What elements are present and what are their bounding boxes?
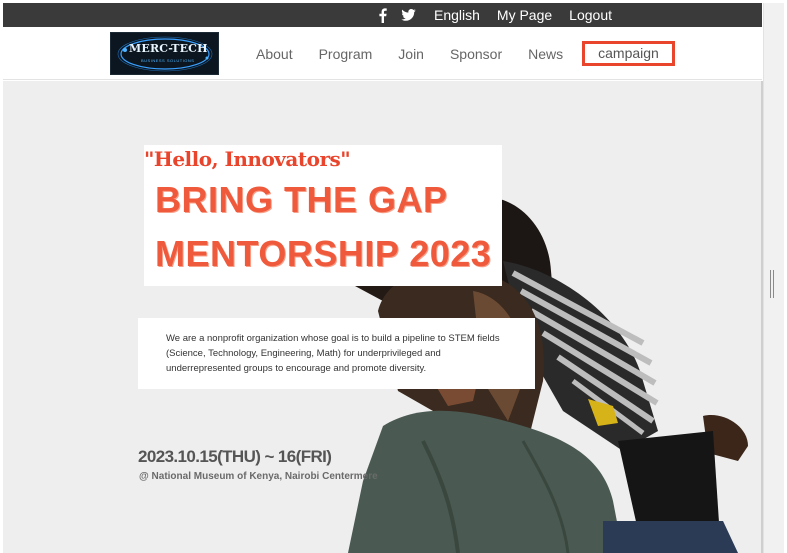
nav-item-news[interactable]: News: [528, 46, 563, 62]
nav-item-join[interactable]: Join: [398, 46, 424, 62]
scrollbar-grip[interactable]: [770, 270, 778, 298]
headline-box: "Hello, Innovators" BRING THE GAP MENTOR…: [144, 145, 502, 286]
nav-menu: About Program Join Sponsor News campaign: [256, 27, 675, 80]
logo-subtext: BUSINESS SOLUTIONS: [141, 58, 195, 63]
hero-banner: "Hello, Innovators" BRING THE GAP MENTOR…: [3, 81, 762, 553]
twitter-icon[interactable]: [401, 9, 416, 21]
nav-item-campaign[interactable]: campaign: [582, 41, 675, 66]
headline-line-2: MENTORSHIP 2023: [155, 233, 492, 274]
headline-line-1: BRING THE GAP: [155, 179, 448, 220]
event-venue: @ National Museum of Kenya, Nairobi Cent…: [139, 471, 378, 482]
greeting-text: "Hello, Innovators": [144, 147, 351, 171]
logout-link[interactable]: Logout: [569, 7, 612, 23]
description-box: We are a nonprofit organization whose go…: [138, 318, 535, 389]
nav-item-program[interactable]: Program: [319, 46, 373, 62]
top-utility-bar: English My Page Logout: [3, 3, 762, 27]
logo-text: MERC-TECH: [129, 42, 208, 55]
vertical-scrollbar[interactable]: [763, 3, 784, 553]
description-text: We are a nonprofit organization whose go…: [166, 333, 500, 374]
social-links: [378, 7, 416, 23]
facebook-icon[interactable]: [378, 7, 387, 23]
nav-item-about[interactable]: About: [256, 46, 293, 62]
language-link[interactable]: English: [434, 7, 480, 23]
my-page-link[interactable]: My Page: [497, 7, 552, 23]
nav-item-sponsor[interactable]: Sponsor: [450, 46, 502, 62]
main-navbar: MERC-TECH BUSINESS SOLUTIONS About Progr…: [3, 27, 762, 80]
site-logo[interactable]: MERC-TECH BUSINESS SOLUTIONS: [110, 32, 219, 75]
event-date: 2023.10.15(THU) ~ 16(FRI): [138, 447, 332, 466]
